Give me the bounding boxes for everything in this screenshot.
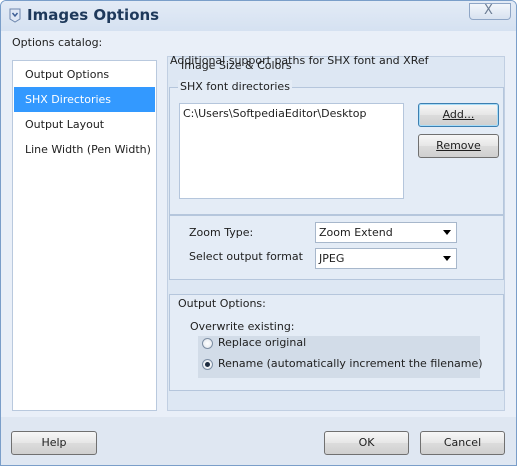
output-options-group: Output Options: Overwrite existing: Repl…: [169, 294, 504, 391]
output-options-label: Output Options:: [178, 297, 266, 310]
shx-directory-list[interactable]: C:\Users\SoftpediaEditor\Desktop: [179, 103, 404, 199]
add-button[interactable]: Add...: [418, 103, 499, 127]
output-format-select[interactable]: JPEG: [315, 248, 457, 269]
catalog-item-output-layout[interactable]: Output Layout: [14, 112, 155, 137]
overwrite-existing-label: Overwrite existing:: [190, 320, 295, 333]
chevron-down-icon: [443, 230, 451, 235]
zoom-type-select[interactable]: Zoom Extend: [315, 222, 457, 243]
images-options-window: Images Options X Options catalog: Output…: [0, 0, 517, 466]
radio-replace-label[interactable]: Replace original: [218, 336, 306, 349]
radio-rename[interactable]: [202, 359, 213, 370]
list-item[interactable]: C:\Users\SoftpediaEditor\Desktop: [183, 107, 366, 120]
zoom-type-value: Zoom Extend: [319, 226, 393, 239]
options-catalog-label: Options catalog:: [12, 36, 103, 49]
ok-button[interactable]: OK: [324, 431, 409, 455]
shx-support-paths-title: Additional support paths for SHX font an…: [170, 54, 429, 67]
help-button[interactable]: Help: [11, 431, 97, 455]
ok-button-label: OK: [358, 436, 375, 449]
title-bar: Images Options X: [1, 1, 516, 31]
window-title: Images Options: [27, 6, 160, 24]
radio-replace-original[interactable]: [202, 338, 213, 349]
chevron-down-icon: [443, 256, 451, 261]
options-catalog-list[interactable]: Output Options SHX Directories Output La…: [12, 60, 157, 411]
close-button[interactable]: X: [469, 3, 511, 20]
dialog-footer: Help OK Cancel: [1, 417, 516, 465]
shx-font-directories-group: SHX font directories C:\Users\SoftpediaE…: [169, 80, 504, 215]
zoom-format-group: Zoom Type: Zoom Extend Select output for…: [169, 215, 504, 280]
close-icon: X: [484, 3, 493, 18]
shx-group-label: SHX font directories: [178, 80, 292, 93]
cancel-button[interactable]: Cancel: [420, 431, 505, 455]
app-icon: [9, 8, 21, 23]
output-format-value: JPEG: [319, 252, 345, 265]
add-button-label: Add...: [442, 108, 475, 121]
options-panel: Image Size & Colors Additional support p…: [167, 54, 505, 411]
cancel-button-label: Cancel: [443, 436, 482, 449]
catalog-item-shx-directories[interactable]: SHX Directories: [14, 87, 155, 112]
radio-rename-label[interactable]: Rename (automatically increment the file…: [218, 357, 483, 370]
catalog-item-line-width[interactable]: Line Width (Pen Width): [14, 137, 155, 162]
remove-button[interactable]: Remove: [418, 134, 499, 158]
help-button-label: Help: [41, 436, 67, 449]
overwrite-radio-area: Replace original Rename (automatically i…: [198, 336, 483, 378]
remove-button-label: Remove: [436, 139, 481, 152]
overwrite-existing-group: Overwrite existing: Replace original Ren…: [183, 320, 483, 380]
zoom-type-label: Zoom Type:: [189, 226, 254, 239]
catalog-item-output-options[interactable]: Output Options: [14, 62, 155, 87]
output-format-label: Select output format: [189, 250, 303, 263]
